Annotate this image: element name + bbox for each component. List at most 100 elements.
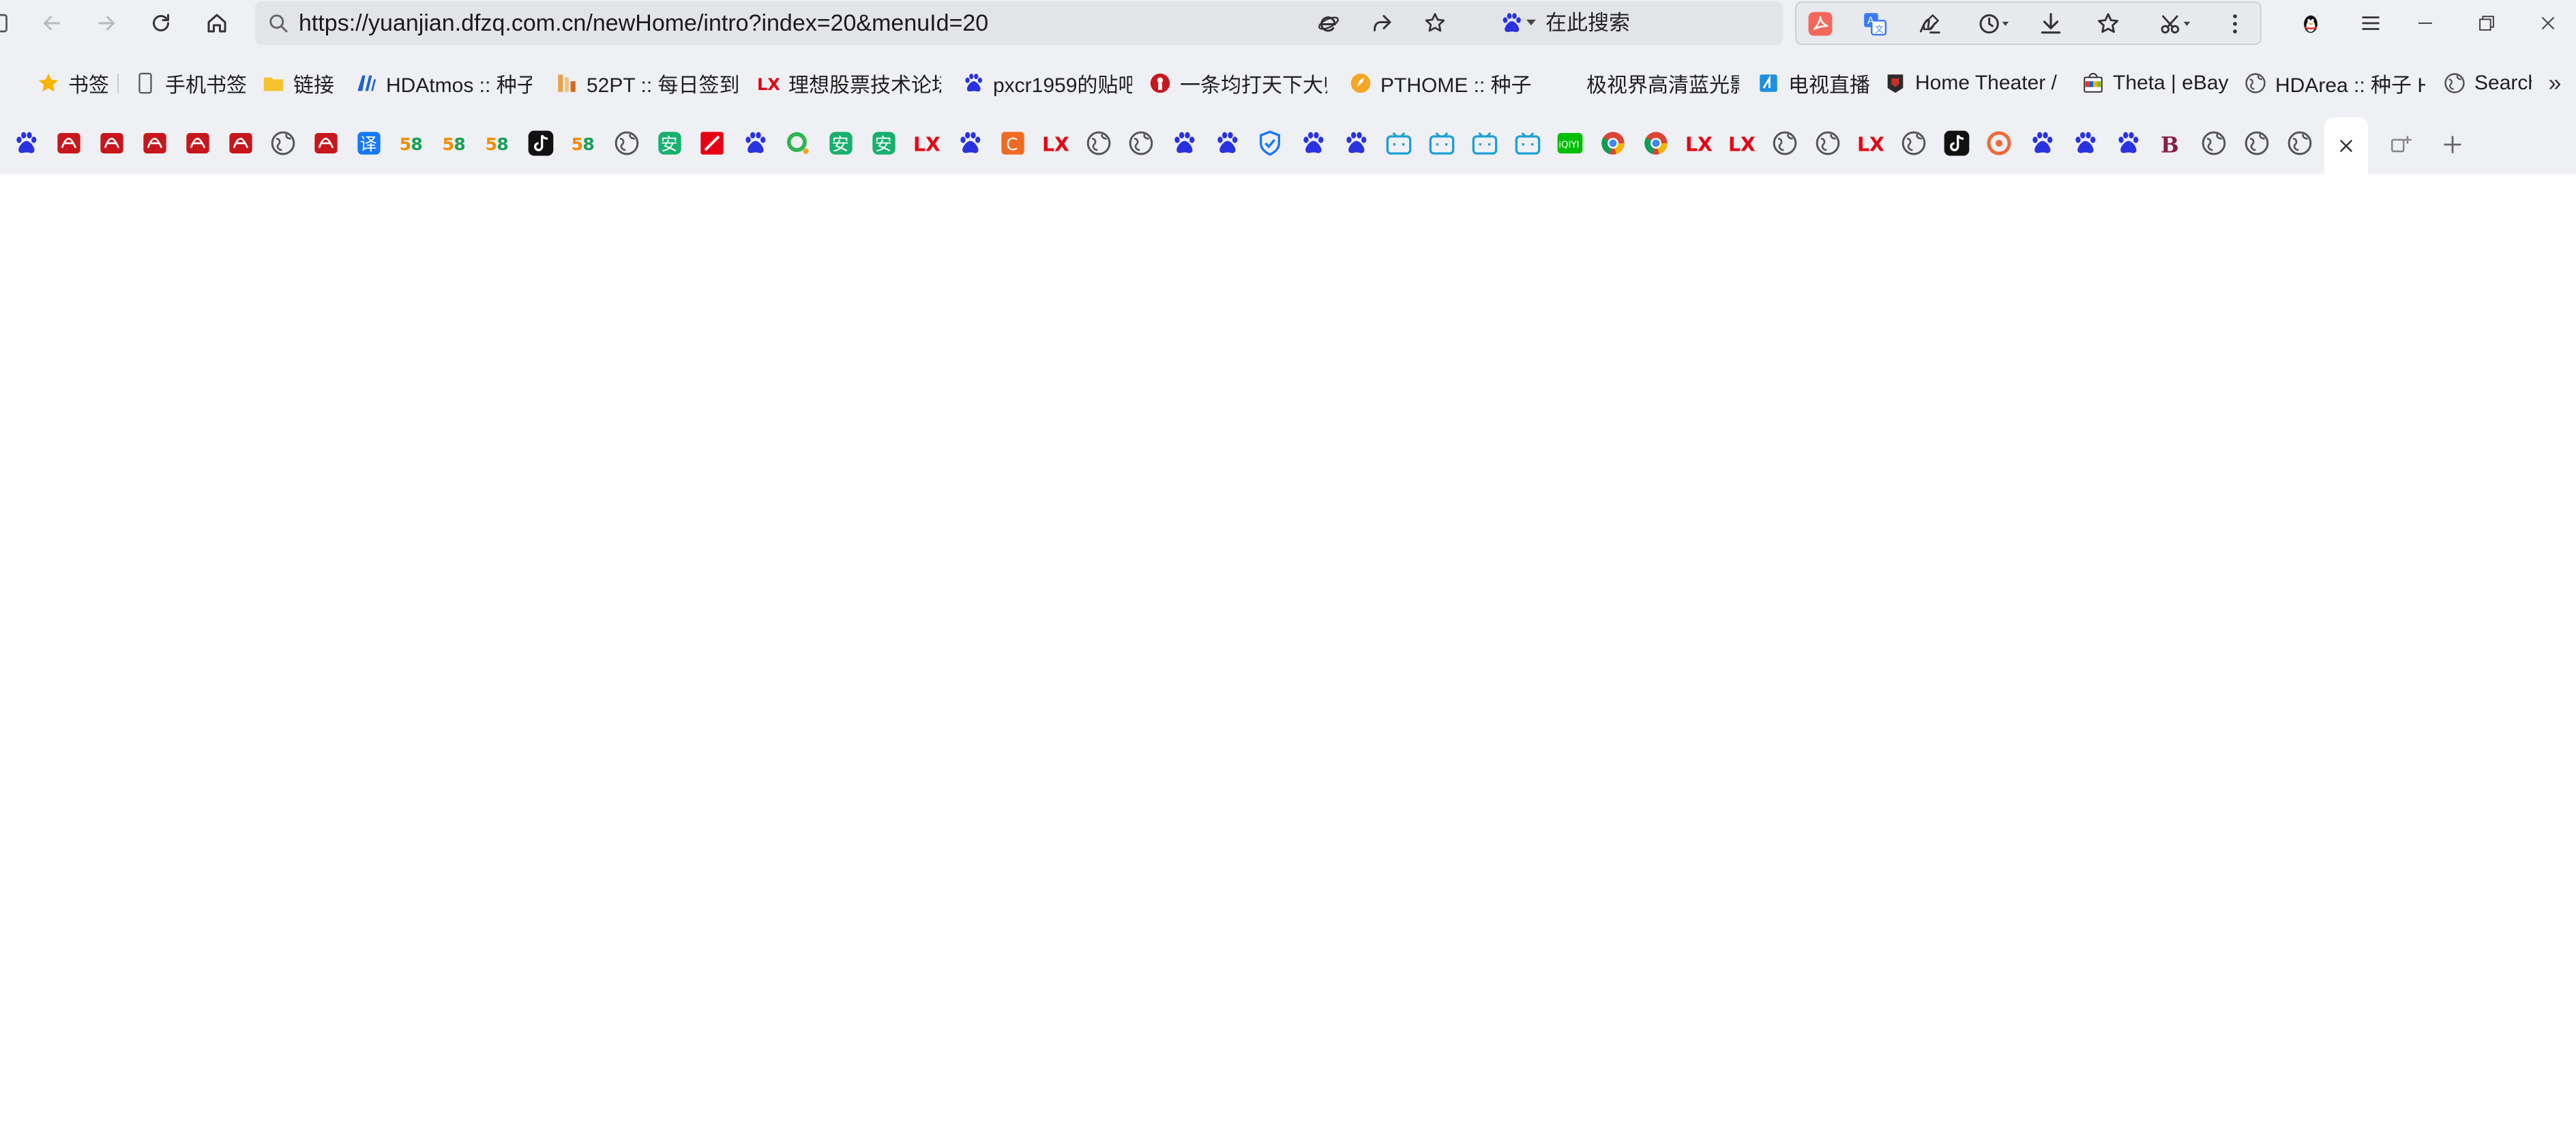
ie-mode-button[interactable] xyxy=(1314,8,1344,38)
bookmark-item[interactable]: HDArea :: 种子 H xyxy=(2244,59,2425,108)
close-window-button[interactable] xyxy=(2529,4,2567,42)
tab-red-logo[interactable] xyxy=(138,127,171,160)
tab-baidu-paw[interactable] xyxy=(739,127,771,160)
tab-orange-c[interactable]: C xyxy=(996,127,1029,160)
tab-maroon-b[interactable]: B xyxy=(2155,127,2187,160)
tab-tiktok[interactable] xyxy=(524,127,557,160)
tab-green-an[interactable]: 安 xyxy=(653,127,686,160)
tab-red-logo[interactable] xyxy=(53,127,85,160)
tab-globe[interactable] xyxy=(2283,127,2316,160)
bookmark-item[interactable]: Theta | eBay xyxy=(2082,59,2236,108)
tab-globe[interactable] xyxy=(2240,127,2273,160)
sign-extension-button[interactable] xyxy=(1914,8,1945,40)
tab-globe[interactable] xyxy=(1768,127,1801,160)
home-button[interactable] xyxy=(199,5,235,41)
bookmark-item[interactable]: 链接 xyxy=(262,59,342,108)
tab-lx[interactable]: LX xyxy=(1039,127,1072,160)
bookmark-item[interactable]: 52PT :: 每日签到 - xyxy=(555,59,738,108)
close-icon[interactable] xyxy=(2336,136,2356,156)
tab-58[interactable]: 58 xyxy=(396,127,428,160)
tab-red-logo[interactable] xyxy=(310,127,342,160)
bookmark-item[interactable]: pxcr1959的贴吧 xyxy=(962,59,1132,108)
tab-green-an[interactable]: 安 xyxy=(868,127,900,160)
tab-bilibili[interactable] xyxy=(1468,127,1501,160)
tab-baidu-paw[interactable] xyxy=(1168,127,1200,160)
qq-account-button[interactable] xyxy=(2292,4,2330,42)
tab-58[interactable]: 58 xyxy=(482,127,514,160)
tab-baidu-paw[interactable] xyxy=(10,127,42,160)
tab-chrome[interactable] xyxy=(1640,127,1672,160)
tab-red-logo[interactable] xyxy=(181,127,214,160)
forward-button[interactable] xyxy=(89,5,124,41)
tab-58[interactable]: 58 xyxy=(439,127,471,160)
tab-green-o[interactable] xyxy=(782,127,814,160)
tab-red-logo[interactable] xyxy=(224,127,257,160)
tab-chrome[interactable] xyxy=(1597,127,1629,160)
tab-globe[interactable] xyxy=(1082,127,1115,160)
favorites-button[interactable] xyxy=(2092,8,2124,40)
tab-baidu-paw[interactable] xyxy=(1297,127,1329,160)
restore-button[interactable] xyxy=(2468,4,2506,42)
more-options-button[interactable] xyxy=(2219,8,2251,40)
tab-lx[interactable]: LX xyxy=(1726,127,1758,160)
tab-tiktok[interactable] xyxy=(1940,127,1973,160)
bookmark-item[interactable]: 一条均打天下大师 xyxy=(1149,59,1327,108)
tab-baidu-paw[interactable] xyxy=(953,127,986,160)
baidu-paw-icon xyxy=(1174,132,1195,153)
tab-globe[interactable] xyxy=(610,127,643,160)
tab-orange-ring[interactable] xyxy=(1983,127,2015,160)
tab-globe[interactable] xyxy=(1811,127,1844,160)
minimize-button[interactable] xyxy=(2406,4,2444,42)
tab-globe[interactable] xyxy=(1897,127,1930,160)
new-tab-button[interactable] xyxy=(2436,128,2469,161)
bookmark-item[interactable]: 手机书签 xyxy=(134,59,250,108)
tab-bilibili[interactable] xyxy=(1511,127,1544,160)
reload-button[interactable] xyxy=(143,5,179,41)
tab-baidu-paw[interactable] xyxy=(2026,127,2058,160)
tab-baidu-paw[interactable] xyxy=(2069,127,2101,160)
tab-globe[interactable] xyxy=(2197,127,2230,160)
search-placeholder[interactable]: 在此搜索 xyxy=(1545,1,1630,45)
add-favorite-button[interactable] xyxy=(1420,8,1450,38)
sidebar-toggle-icon[interactable] xyxy=(0,5,15,41)
tab-globe[interactable] xyxy=(1125,127,1157,160)
active-tab[interactable] xyxy=(2324,117,2368,174)
bookmark-item[interactable]: PTHOME :: 种子 xyxy=(1349,59,1537,108)
pdf-extension-button[interactable] xyxy=(1805,8,1836,40)
bookmark-item[interactable]: Home Theater / xyxy=(1884,59,2062,108)
bookmarks-overflow-button[interactable]: » xyxy=(2541,68,2568,98)
downloads-button[interactable] xyxy=(2035,8,2067,40)
tab-baidu-paw[interactable] xyxy=(1211,127,1243,160)
bookmark-item[interactable]: Search xyxy=(2443,59,2532,108)
bookmark-label: 一条均打天下大师 xyxy=(1180,74,1327,97)
tab-manager-button[interactable] xyxy=(2384,128,2417,161)
address-bar[interactable]: https://yuanjian.dfzq.com.cn/newHome/int… xyxy=(255,1,1783,45)
back-button[interactable] xyxy=(34,5,70,41)
tab-lx[interactable]: LX xyxy=(1683,127,1715,160)
tab-bilibili[interactable] xyxy=(1425,127,1458,160)
screenshot-menu-button[interactable] xyxy=(2154,8,2196,40)
tab-lx[interactable]: LX xyxy=(911,127,943,160)
bookmark-item[interactable]: 电视直播 xyxy=(1757,59,1873,108)
tab-red-logo[interactable] xyxy=(95,127,128,160)
tab-red-square[interactable] xyxy=(696,127,728,160)
bookmark-item[interactable]: LX 理想股票技术论坛 xyxy=(757,59,941,108)
tab-green-an[interactable]: 安 xyxy=(825,127,857,160)
share-button[interactable] xyxy=(1367,8,1397,38)
tab-globe[interactable] xyxy=(267,127,299,160)
tab-translate[interactable]: 译 xyxy=(353,127,385,160)
url-text[interactable]: https://yuanjian.dfzq.com.cn/newHome/int… xyxy=(299,1,988,45)
translate-extension-button[interactable]: A文 xyxy=(1859,8,1891,40)
history-menu-button[interactable] xyxy=(1972,8,2015,40)
bookmark-item[interactable]: 书签 xyxy=(37,59,112,108)
bookmark-item[interactable]: HDAtmos :: 种子 xyxy=(355,59,532,108)
tab-shield[interactable] xyxy=(1254,127,1286,160)
tab-bilibili[interactable] xyxy=(1382,127,1415,160)
tab-baidu-paw[interactable] xyxy=(1339,127,1372,160)
tab-baidu-paw[interactable] xyxy=(2112,127,2144,160)
tab-iqiyi[interactable]: iQIYI xyxy=(1554,127,1586,160)
tab-lx[interactable]: LX xyxy=(1854,127,1887,160)
main-menu-button[interactable] xyxy=(2352,4,2390,42)
tab-58[interactable]: 58 xyxy=(567,127,600,160)
bookmark-item[interactable]: 极视界高清蓝光影 xyxy=(1555,59,1739,108)
